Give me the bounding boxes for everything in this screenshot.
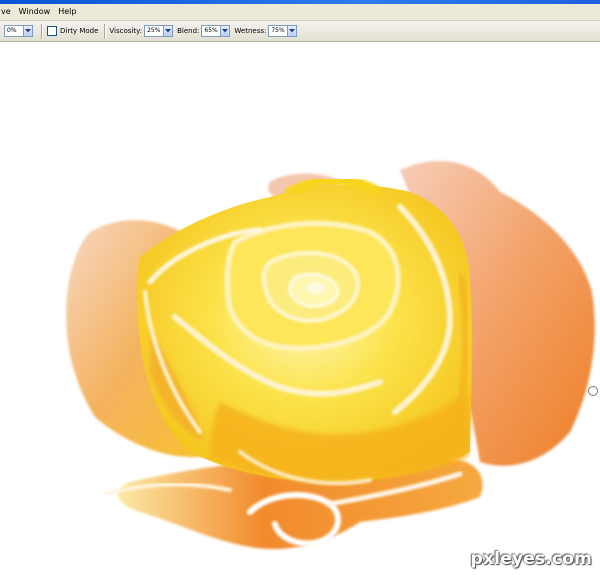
menu-item-window[interactable]: Window (15, 4, 55, 20)
blend-label: Blend: (177, 27, 200, 35)
viscosity-field[interactable]: 25% (144, 25, 165, 37)
first-value-dropdown[interactable] (24, 25, 33, 37)
dirty-mode-group: Dirty Mode (46, 21, 100, 41)
rose-painting (66, 161, 595, 550)
first-option-group: 0% (0, 21, 37, 41)
dirty-mode-label: Dirty Mode (60, 27, 99, 35)
tool-options-bar: 0% Dirty Mode Viscosity: 25% Blend: 65% … (0, 21, 600, 42)
dirty-mode-checkbox[interactable] (47, 26, 57, 36)
menu-item-help[interactable]: Help (54, 4, 80, 20)
menu-item-move[interactable]: ve (0, 4, 15, 20)
chevron-down-icon (165, 29, 172, 33)
wetness-field[interactable]: 75% (268, 25, 289, 37)
options-separator (104, 23, 106, 39)
menu-bar: ve Window Help (0, 4, 600, 21)
options-separator (41, 23, 42, 39)
chevron-down-icon (222, 29, 229, 33)
blend-field[interactable]: 65% (201, 25, 222, 37)
watermark: pxleyes.com (470, 549, 592, 569)
chevron-down-icon (25, 29, 31, 33)
brush-cursor-icon (588, 386, 598, 396)
viscosity-group: Viscosity: 25% Blend: 65% Wetness: 75% (109, 21, 301, 41)
viscosity-label: Viscosity: (109, 27, 143, 35)
wetness-dropdown[interactable] (288, 25, 298, 37)
blend-dropdown[interactable] (221, 25, 231, 37)
viscosity-dropdown[interactable] (164, 25, 174, 37)
chevron-down-icon (289, 29, 296, 33)
first-value-field[interactable]: 0% (4, 25, 24, 37)
painting-canvas[interactable]: pxleyes.com (0, 42, 600, 575)
wetness-label: Wetness: (234, 27, 267, 35)
